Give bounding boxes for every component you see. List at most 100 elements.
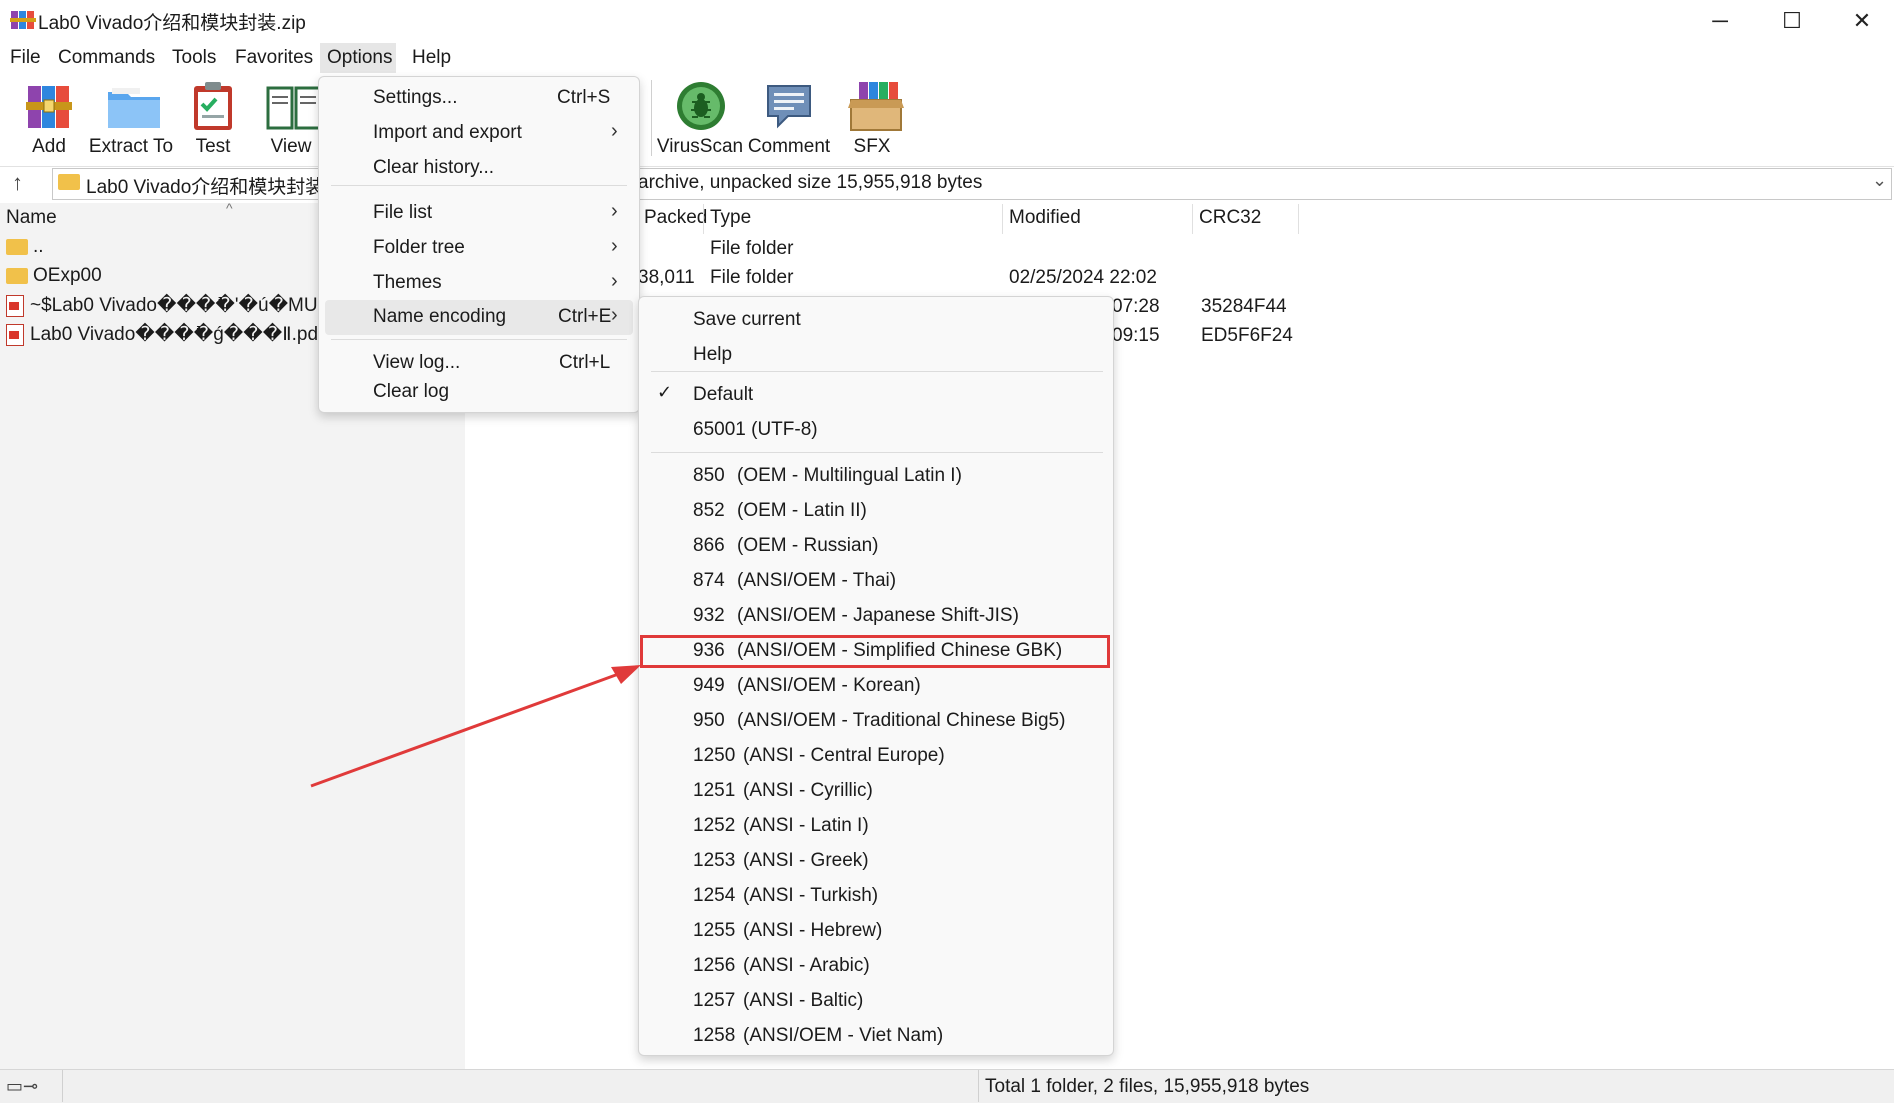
- winrar-icon: [10, 9, 36, 31]
- codepage-number: 1251: [693, 780, 736, 801]
- column-header-type[interactable]: Type: [710, 207, 751, 229]
- column-header-modified[interactable]: Modified: [1009, 207, 1081, 229]
- menu-file[interactable]: File: [6, 47, 45, 69]
- codepage-number: 1254: [693, 885, 736, 906]
- menu-item-default-encoding[interactable]: ✓ Default: [639, 378, 1113, 413]
- menu-item-codepage-949[interactable]: 949 (ANSI/OEM - Korean): [639, 669, 1113, 704]
- comment-icon: [764, 80, 814, 132]
- menu-item-settings[interactable]: Settings... Ctrl+S: [319, 81, 639, 116]
- codepage-number: 850: [693, 465, 725, 486]
- cell-type: File folder: [710, 267, 794, 288]
- codepage-number: 1252: [693, 815, 736, 836]
- codepage-number: 932: [693, 605, 725, 626]
- pptx-icon: [6, 294, 24, 317]
- list-item[interactable]: ..: [6, 236, 44, 258]
- comment-button[interactable]: Comment: [743, 78, 835, 158]
- menu-item-codepage-950[interactable]: 950 (ANSI/OEM - Traditional Chinese Big5): [639, 704, 1113, 739]
- extract-to-label: Extract To: [88, 136, 174, 157]
- codepage-description: (ANSI - Arabic): [743, 955, 870, 976]
- virus-scan-icon: [675, 80, 725, 132]
- menu-tools[interactable]: Tools: [168, 47, 220, 69]
- list-item[interactable]: OExp00: [6, 265, 102, 287]
- menu-favorites[interactable]: Favorites: [231, 47, 317, 69]
- menu-item-utf8[interactable]: 65001 (UTF-8): [639, 413, 1113, 448]
- cell-modified: 09:15: [1112, 325, 1160, 346]
- chevron-down-icon[interactable]: ⌄: [1872, 170, 1887, 191]
- close-button[interactable]: ✕: [1826, 0, 1894, 42]
- menu-separator: [331, 339, 627, 340]
- codepage-description: (OEM - Russian): [737, 535, 879, 556]
- menu-help[interactable]: Help: [408, 47, 455, 69]
- up-arrow-icon[interactable]: ↑: [12, 170, 23, 196]
- menu-item-codepage-866[interactable]: 866 (OEM - Russian): [639, 529, 1113, 564]
- menu-item-codepage-932[interactable]: 932 (ANSI/OEM - Japanese Shift-JIS): [639, 599, 1113, 634]
- menu-item-label: Folder tree: [373, 237, 465, 258]
- column-header-name[interactable]: Name: [6, 207, 57, 229]
- menu-item-import-export[interactable]: Import and export ›: [319, 116, 639, 151]
- status-summary: Total 1 folder, 2 files, 15,955,918 byte…: [985, 1076, 1310, 1097]
- menu-item-shortcut: Ctrl+S: [557, 87, 611, 108]
- menu-item-codepage-1254[interactable]: 1254 (ANSI - Turkish): [639, 879, 1113, 914]
- menu-item-codepage-1255[interactable]: 1255 (ANSI - Hebrew): [639, 914, 1113, 949]
- maximize-button[interactable]: ☐: [1756, 0, 1828, 42]
- virusscan-button[interactable]: VirusScan: [654, 78, 746, 158]
- column-divider[interactable]: [1002, 204, 1003, 234]
- codepage-description: (OEM - Multilingual Latin I): [737, 465, 962, 486]
- menu-item-label: Import and export: [373, 122, 522, 143]
- menu-commands[interactable]: Commands: [54, 47, 159, 69]
- menu-item-folder-tree[interactable]: Folder tree ›: [319, 231, 639, 266]
- chevron-right-icon: ›: [611, 270, 618, 292]
- menu-item-codepage-1253[interactable]: 1253 (ANSI - Greek): [639, 844, 1113, 879]
- column-header-crc32[interactable]: CRC32: [1199, 207, 1261, 229]
- list-item[interactable]: ~$Lab0 Vivado���ܺ�'�ú�MUX: [6, 294, 330, 317]
- menu-item-save-current[interactable]: Save current: [639, 303, 1113, 338]
- menu-item-help[interactable]: Help: [639, 338, 1113, 373]
- codepage-description: (ANSI/OEM - Japanese Shift-JIS): [737, 605, 1019, 626]
- menu-item-label: Default: [693, 384, 754, 405]
- chevron-right-icon: ›: [611, 235, 618, 257]
- menu-options[interactable]: Options: [323, 47, 396, 69]
- view-book-icon: [266, 80, 322, 132]
- comment-label: Comment: [747, 136, 831, 157]
- file-name: OExp00: [33, 265, 102, 286]
- test-button[interactable]: Test: [168, 78, 258, 158]
- folder-icon: [6, 239, 28, 255]
- minimize-button[interactable]: ─: [1684, 0, 1756, 42]
- menu-item-codepage-1252[interactable]: 1252 (ANSI - Latin I): [639, 809, 1113, 844]
- menu-item-codepage-1257[interactable]: 1257 (ANSI - Baltic): [639, 984, 1113, 1019]
- menu-item-themes[interactable]: Themes ›: [319, 266, 639, 301]
- file-name: ~$Lab0 Vivado���ܺ�'�ú�MUX: [30, 295, 331, 316]
- menu-item-clear-history[interactable]: Clear history...: [319, 151, 639, 186]
- menu-item-file-list[interactable]: File list ›: [319, 196, 639, 231]
- menu-item-codepage-1251[interactable]: 1251 (ANSI - Cyrillic): [639, 774, 1113, 809]
- menu-item-codepage-850[interactable]: 850 (OEM - Multilingual Latin I): [639, 459, 1113, 494]
- column-divider[interactable]: [1192, 204, 1193, 234]
- menu-item-label: Settings...: [373, 87, 458, 108]
- menu-item-label: Themes: [373, 272, 442, 293]
- extract-to-button[interactable]: Extract To: [85, 78, 177, 158]
- column-header-packed[interactable]: Packed: [644, 207, 707, 229]
- menu-item-codepage-1250[interactable]: 1250 (ANSI - Central Europe): [639, 739, 1113, 774]
- column-divider[interactable]: [703, 204, 704, 234]
- list-item[interactable]: Lab0 Vivado���ܺ�ǵ���Ⅱ.pdf: [6, 323, 323, 346]
- folder-icon: [6, 268, 28, 284]
- chevron-right-icon: ›: [611, 304, 618, 326]
- menu-item-codepage-852[interactable]: 852 (OEM - Latin II): [639, 494, 1113, 529]
- codepage-number: 1257: [693, 990, 736, 1011]
- codepage-description: (ANSI/OEM - Viet Nam): [743, 1025, 944, 1046]
- chevron-right-icon: ›: [611, 200, 618, 222]
- menu-item-name-encoding[interactable]: Name encoding Ctrl+E ›: [325, 300, 633, 335]
- column-divider[interactable]: [1298, 204, 1299, 234]
- menu-item-codepage-1256[interactable]: 1256 (ANSI - Arabic): [639, 949, 1113, 984]
- add-button[interactable]: Add: [3, 78, 95, 158]
- name-encoding-submenu: Save current Help ✓ Default 65001 (UTF-8…: [638, 296, 1114, 1056]
- cell-type: File folder: [710, 238, 794, 259]
- menu-item-codepage-1258[interactable]: 1258 (ANSI/OEM - Viet Nam): [639, 1019, 1113, 1054]
- menu-item-clear-log[interactable]: Clear log: [319, 375, 639, 410]
- codepage-description: (ANSI - Hebrew): [743, 920, 883, 941]
- cell-packed: 38,011: [638, 267, 695, 288]
- menu-item-codepage-874[interactable]: 874 (ANSI/OEM - Thai): [639, 564, 1113, 599]
- codepage-number: 1253: [693, 850, 736, 871]
- sfx-button[interactable]: SFX: [826, 78, 918, 158]
- codepage-number: 866: [693, 535, 725, 556]
